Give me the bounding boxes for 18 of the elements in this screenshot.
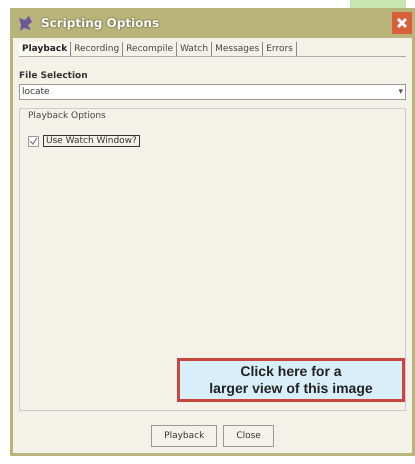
close-button[interactable]	[392, 12, 412, 34]
checkbox-label: Use Watch Window?	[43, 135, 140, 147]
group-title: Playback Options	[28, 111, 106, 121]
tab[interactable]: Recording	[71, 42, 124, 56]
window-title: Scripting Options	[41, 16, 160, 30]
tab[interactable]: Messages	[212, 42, 264, 56]
tab[interactable]: Watch	[177, 42, 212, 56]
larger-view-link[interactable]: Click here for a larger view of this image	[177, 358, 405, 402]
close-icon	[396, 17, 408, 29]
tab[interactable]: Errors	[263, 42, 297, 56]
app-icon	[17, 15, 35, 31]
field-label: File Selection	[19, 71, 89, 81]
dialog-button[interactable]: Close	[223, 425, 274, 447]
tab[interactable]: Playback	[19, 42, 72, 56]
tab[interactable]: Recompile	[123, 42, 178, 56]
checkbox[interactable]	[28, 136, 39, 146]
dialog-button[interactable]: Playback	[151, 425, 218, 447]
file-selection-dropdown[interactable]: locate ▾	[19, 84, 406, 100]
